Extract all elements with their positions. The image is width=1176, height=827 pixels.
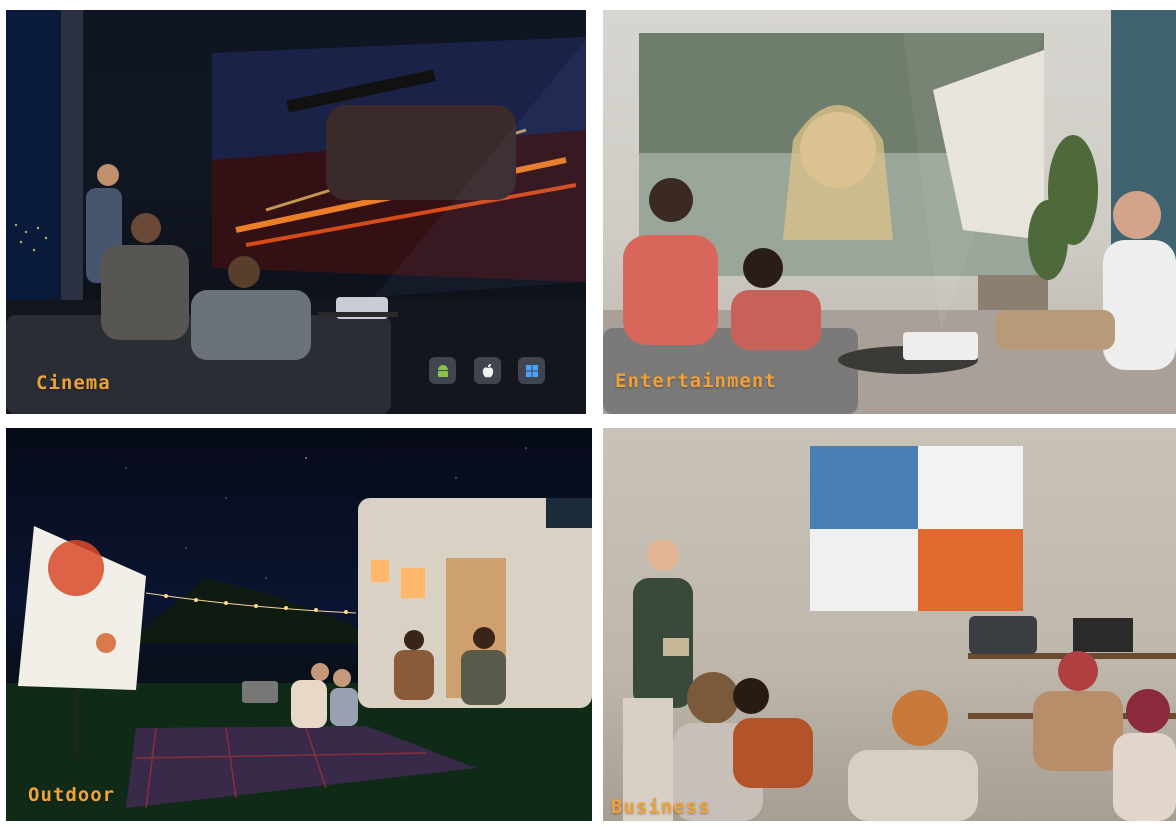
windows-icon xyxy=(518,357,545,384)
side-table xyxy=(318,312,398,317)
projector xyxy=(242,681,278,703)
projector xyxy=(903,332,978,360)
panel-label-cinema: Cinema xyxy=(36,372,111,394)
entertainment-panel: Entertainment xyxy=(603,10,1176,414)
city-window xyxy=(6,10,61,310)
panel-label-entertainment: Entertainment xyxy=(615,370,777,392)
projector xyxy=(969,616,1037,654)
camper-window xyxy=(401,568,425,598)
laptop xyxy=(1073,618,1133,652)
business-scene xyxy=(623,446,1176,821)
bookshelf xyxy=(978,275,1048,310)
apple-icon xyxy=(474,357,501,384)
android-icon xyxy=(429,357,456,384)
cinema-scene xyxy=(6,10,586,414)
audience xyxy=(673,651,1176,821)
panel-label-outdoor: Outdoor xyxy=(28,784,116,806)
camper-window xyxy=(371,560,389,582)
panel-label-business: Business xyxy=(611,796,711,818)
entertainment-scene xyxy=(603,10,1176,414)
curtain xyxy=(61,10,83,310)
outdoor-panel: Outdoor xyxy=(6,428,592,821)
camper-window xyxy=(546,498,592,528)
business-panel: Business xyxy=(603,428,1176,821)
projected-slide xyxy=(810,446,1023,611)
cinema-panel: Cinema xyxy=(6,10,586,414)
tablet xyxy=(663,638,689,656)
outdoor-scene xyxy=(6,447,592,821)
